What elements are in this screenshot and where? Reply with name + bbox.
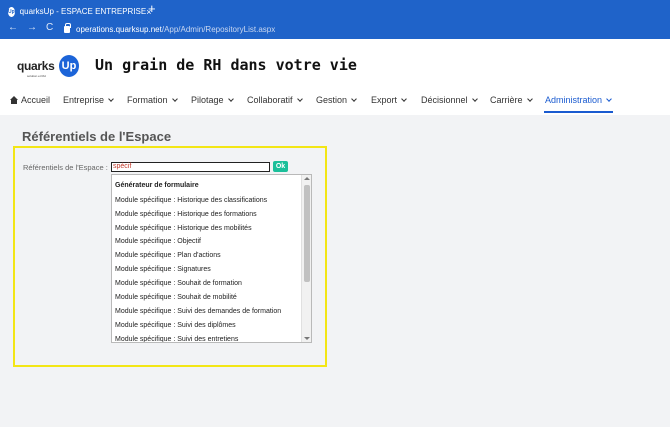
menu-label: Décisionnel [421, 95, 468, 105]
menu-label: Pilotage [191, 95, 224, 105]
logo-subtitle: solution et RH [27, 74, 46, 78]
dropdown-option[interactable]: Module spécifique : Souhait de formation [115, 280, 242, 287]
dropdown-option[interactable]: Module spécifique : Objectif [115, 238, 201, 245]
menu-item-decisionnel[interactable]: Décisionnel [421, 93, 478, 107]
dropdown-option[interactable]: Module spécifique : Historique des class… [115, 197, 267, 204]
dropdown-scrollbar[interactable] [301, 175, 311, 342]
browser-tab[interactable]: Up quarksUp - ESPACE ENTREPRISE × [6, 3, 152, 20]
slogan: Un grain de RH dans votre vie [95, 56, 357, 74]
menu-item-carriere[interactable]: Carrière [490, 93, 533, 107]
dropdown-option[interactable]: Module spécifique : Suivi des entretiens [115, 336, 238, 342]
page-title: Référentiels de l'Espace [22, 129, 172, 144]
dropdown-option[interactable]: Module spécifique : Historique des forma… [115, 211, 257, 218]
url-field[interactable]: operations.quarksup.net/App/Admin/Reposi… [64, 23, 664, 36]
url-path: /App/Admin/RepositoryList.aspx [161, 25, 276, 34]
dropdown-option[interactable]: Module spécifique : Suivi des demandes d… [115, 308, 281, 315]
site-header: quarks Up solution et RH Un grain de RH … [0, 39, 670, 115]
dropdown-option[interactable]: Module spécifique : Signatures [115, 266, 211, 273]
dropdown-option[interactable]: Module spécifique : Historique des mobil… [115, 225, 252, 232]
home-icon [10, 96, 18, 104]
chevron-down-icon [401, 95, 407, 102]
menu-item-collaboratif[interactable]: Collaboratif [247, 93, 303, 107]
menu-label: Gestion [316, 95, 348, 105]
menu-label: Collaboratif [247, 95, 293, 105]
menu-label: Accueil [21, 95, 51, 105]
quarksup-logo[interactable]: quarks Up solution et RH [17, 55, 79, 79]
scrollbar-thumb[interactable] [304, 185, 310, 282]
chevron-down-icon [606, 95, 612, 102]
chevron-down-icon [296, 95, 303, 102]
forward-icon[interactable]: → [27, 22, 37, 33]
dropdown-option[interactable]: Module spécifique : Souhait de mobilité [115, 294, 237, 301]
menu-item-pilotage[interactable]: Pilotage [191, 93, 234, 107]
menu-label: Formation [127, 95, 168, 105]
dropdown-group-header[interactable]: Générateur de formulaire [115, 182, 199, 189]
menu-label: Administration [545, 95, 603, 105]
quarksup-favicon-icon: Up [8, 6, 15, 17]
chevron-down-icon [171, 95, 178, 102]
active-menu-underline [544, 111, 613, 113]
dropdown-option[interactable]: Module spécifique : Plan d'actions [115, 252, 221, 259]
menu-label: Entreprise [63, 95, 105, 105]
url-host: operations.quarksup.net [76, 25, 162, 34]
chevron-down-icon [471, 95, 478, 102]
menu-item-accueil[interactable]: Accueil [10, 93, 50, 107]
menu-item-export[interactable]: Export [371, 93, 407, 107]
browser-tab-bar: Up quarksUp - ESPACE ENTREPRISE × + [0, 0, 670, 20]
lock-icon [64, 23, 71, 33]
chevron-down-icon [351, 95, 357, 102]
scroll-down-icon[interactable] [304, 337, 310, 340]
logo-text: quarks [17, 59, 55, 73]
main-menu: Accueil Entreprise Formation Pilotage Co… [0, 91, 670, 113]
referentiel-search-input[interactable]: spécif [111, 162, 270, 172]
back-icon[interactable]: ← [8, 22, 18, 33]
menu-item-gestion[interactable]: Gestion [316, 93, 357, 107]
menu-label: Export [371, 95, 398, 105]
scroll-up-icon[interactable] [304, 177, 310, 180]
tab-title: quarksUp - ESPACE ENTREPRISE [19, 7, 147, 16]
referentiel-label: Référentiels de l'Espace : [23, 163, 108, 172]
logo-badge: Up [59, 55, 79, 77]
ok-button[interactable]: Ok [273, 161, 288, 172]
dropdown-option[interactable]: Module spécifique : Suivi des diplômes [115, 322, 236, 329]
address-bar: ← → C operations.quarksup.net/App/Admin/… [0, 20, 670, 39]
reload-icon[interactable]: C [46, 22, 53, 33]
menu-item-entreprise[interactable]: Entreprise [63, 93, 114, 107]
menu-item-formation[interactable]: Formation [127, 93, 178, 107]
menu-label: Carrière [490, 95, 523, 105]
new-tab-icon[interactable]: + [148, 2, 156, 16]
chevron-down-icon [526, 95, 533, 102]
chevron-down-icon [108, 95, 114, 102]
menu-item-administration[interactable]: Administration [545, 93, 612, 107]
chevron-down-icon [227, 95, 234, 102]
referentiel-dropdown-list[interactable]: Générateur de formulaire Module spécifiq… [111, 174, 312, 343]
